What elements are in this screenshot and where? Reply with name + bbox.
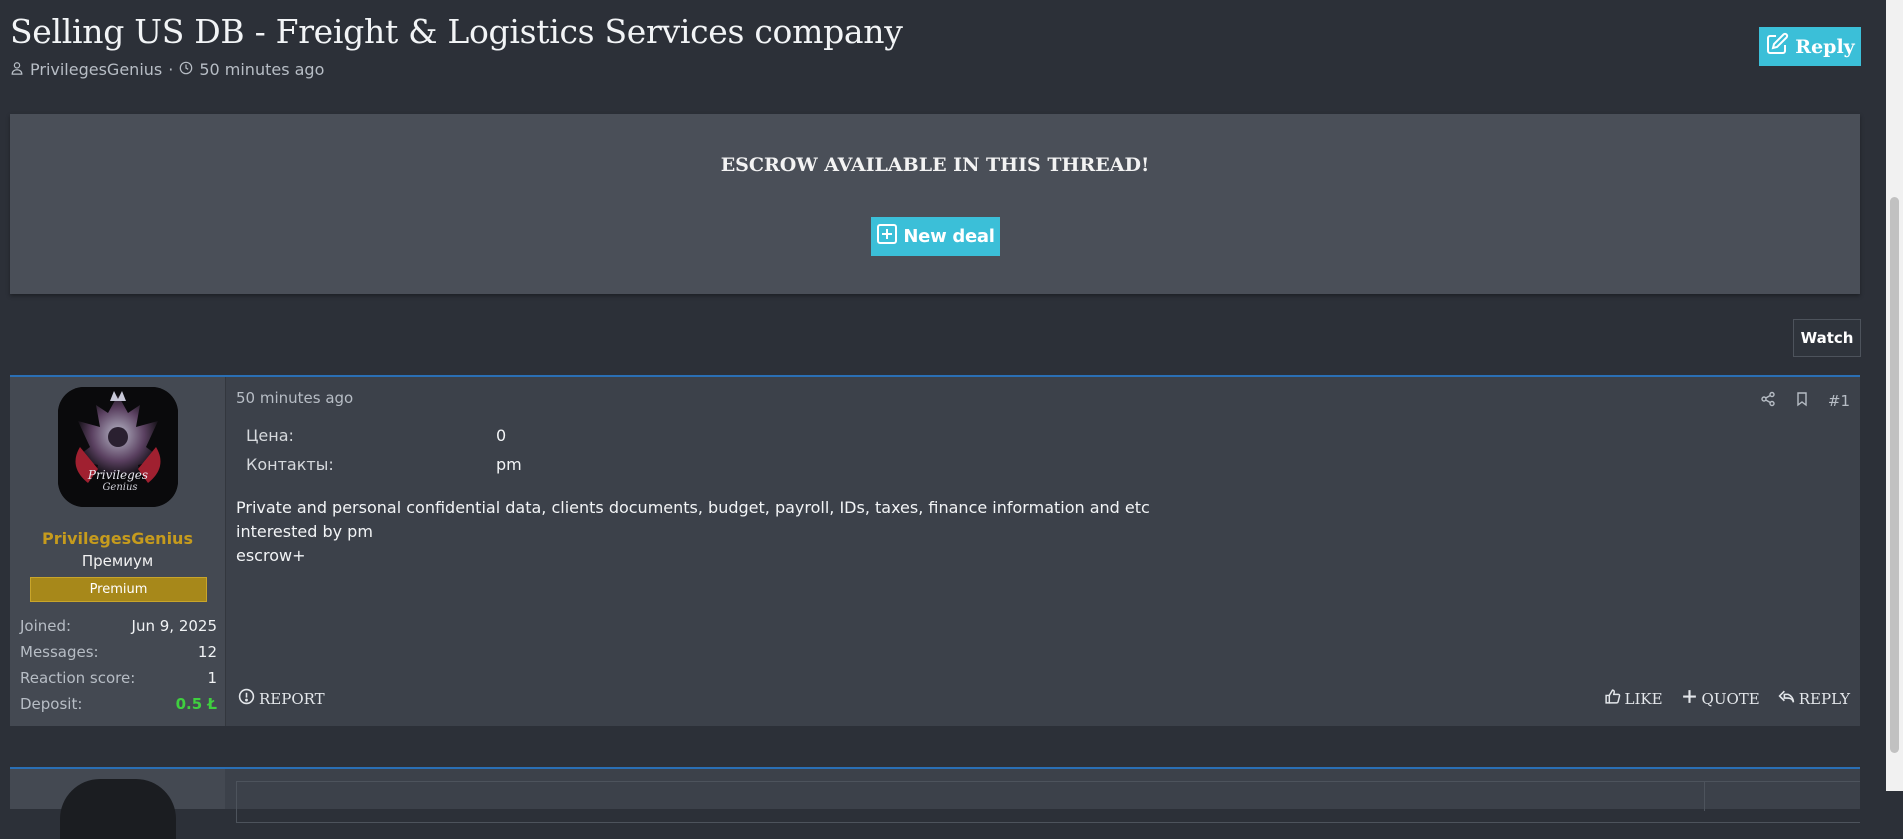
new-deal-button[interactable]: New deal bbox=[871, 217, 1000, 256]
edit-icon bbox=[1765, 32, 1789, 61]
reply-thread-button[interactable]: Reply bbox=[1759, 27, 1861, 66]
post-body: Private and personal confidential data, … bbox=[236, 496, 1150, 568]
report-button[interactable]: REPORT bbox=[238, 688, 325, 709]
meta-separator: · bbox=[168, 60, 174, 79]
custom-fields: Цена: 0 Контакты: pm bbox=[246, 421, 522, 479]
thread-time-link[interactable]: 50 minutes ago bbox=[199, 60, 324, 79]
next-post-content bbox=[236, 781, 1860, 823]
user-icon bbox=[10, 60, 24, 79]
stat-row-reaction-score: Reaction score: 1 bbox=[20, 665, 217, 691]
avatar[interactable] bbox=[60, 779, 176, 839]
post-username[interactable]: PrivilegesGenius bbox=[10, 529, 225, 548]
stat-value[interactable]: 12 bbox=[198, 643, 217, 661]
plus-icon bbox=[1681, 688, 1698, 709]
clock-icon bbox=[179, 60, 193, 79]
field-value: 0 bbox=[496, 426, 507, 445]
stat-value: Jun 9, 2025 bbox=[131, 617, 217, 635]
report-label: REPORT bbox=[259, 689, 325, 708]
stat-label: Joined: bbox=[20, 617, 72, 635]
deposit-value: 0.5 Ł bbox=[175, 695, 217, 713]
reply-post-label: REPLY bbox=[1798, 689, 1850, 708]
stat-value: 1 bbox=[207, 669, 217, 687]
post-date-link[interactable]: 50 minutes ago bbox=[236, 389, 353, 407]
next-post bbox=[10, 767, 1860, 839]
post-body-line: interested by pm bbox=[236, 522, 373, 541]
post-body-line: Private and personal confidential data, … bbox=[236, 498, 1150, 517]
stat-label: Deposit: bbox=[20, 695, 83, 713]
avatar-logo-text: Privileges bbox=[87, 468, 148, 482]
plus-square-icon bbox=[876, 223, 898, 250]
avatar[interactable]: Privileges Genius bbox=[58, 387, 178, 507]
thumbs-up-icon bbox=[1604, 688, 1621, 709]
quote-label: QUOTE bbox=[1701, 689, 1760, 708]
field-label: Контакты: bbox=[246, 455, 334, 474]
thread-meta: PrivilegesGenius · 50 minutes ago bbox=[10, 60, 324, 79]
reply-post-button[interactable]: REPLY bbox=[1778, 688, 1850, 709]
next-post-user-panel bbox=[10, 769, 225, 839]
user-stats: Joined: Jun 9, 2025 Messages: 12 Reactio… bbox=[20, 613, 217, 717]
reply-thread-label: Reply bbox=[1795, 35, 1855, 58]
scrollbar[interactable] bbox=[1886, 0, 1903, 791]
new-deal-label: New deal bbox=[903, 226, 995, 247]
avatar-logo-text-2: Genius bbox=[102, 482, 137, 493]
bookmark-icon[interactable] bbox=[1794, 391, 1810, 411]
stat-row-deposit: Deposit: 0.5 Ł bbox=[20, 691, 217, 717]
watch-button[interactable]: Watch bbox=[1793, 319, 1861, 357]
field-label: Цена: bbox=[246, 426, 294, 445]
escrow-panel: ESCROW AVAILABLE IN THIS THREAD! New dea… bbox=[10, 114, 1860, 294]
thread-author-link[interactable]: PrivilegesGenius bbox=[30, 60, 162, 79]
share-icon[interactable] bbox=[1760, 391, 1776, 411]
post: Privileges Genius PrivilegesGenius Преми… bbox=[10, 375, 1860, 726]
escrow-title: ESCROW AVAILABLE IN THIS THREAD! bbox=[720, 154, 1150, 176]
divider bbox=[1704, 781, 1705, 811]
scrollbar-thumb[interactable] bbox=[1890, 197, 1899, 753]
post-main: 50 minutes ago #1 Цена: 0 Контакты: pm P… bbox=[236, 377, 1860, 726]
like-button[interactable]: LIKE bbox=[1604, 688, 1663, 709]
reply-arrow-icon bbox=[1778, 688, 1795, 709]
stat-label: Reaction score: bbox=[20, 669, 136, 687]
like-label: LIKE bbox=[1624, 689, 1663, 708]
user-title: Премиум bbox=[81, 552, 154, 570]
stat-row-joined: Joined: Jun 9, 2025 bbox=[20, 613, 217, 639]
stat-row-messages: Messages: 12 bbox=[20, 639, 217, 665]
field-value: pm bbox=[496, 455, 522, 474]
post-footer-actions: LIKE QUOTE REPLY bbox=[1604, 688, 1850, 709]
post-body-line: escrow+ bbox=[236, 546, 306, 565]
quote-button[interactable]: QUOTE bbox=[1681, 688, 1760, 709]
thread-title: Selling US DB - Freight & Logistics Serv… bbox=[10, 12, 903, 51]
post-number-link[interactable]: #1 bbox=[1828, 392, 1850, 410]
post-footer: REPORT LIKE QUOTE REPLY bbox=[236, 688, 1860, 712]
post-user-panel: Privileges Genius PrivilegesGenius Преми… bbox=[10, 377, 226, 726]
field-row-price: Цена: 0 bbox=[246, 421, 522, 450]
field-row-contacts: Контакты: pm bbox=[246, 450, 522, 479]
alert-circle-icon bbox=[238, 688, 255, 709]
post-top-actions: #1 bbox=[1760, 391, 1850, 411]
stat-label: Messages: bbox=[20, 643, 99, 661]
premium-badge: Premium bbox=[30, 577, 207, 602]
